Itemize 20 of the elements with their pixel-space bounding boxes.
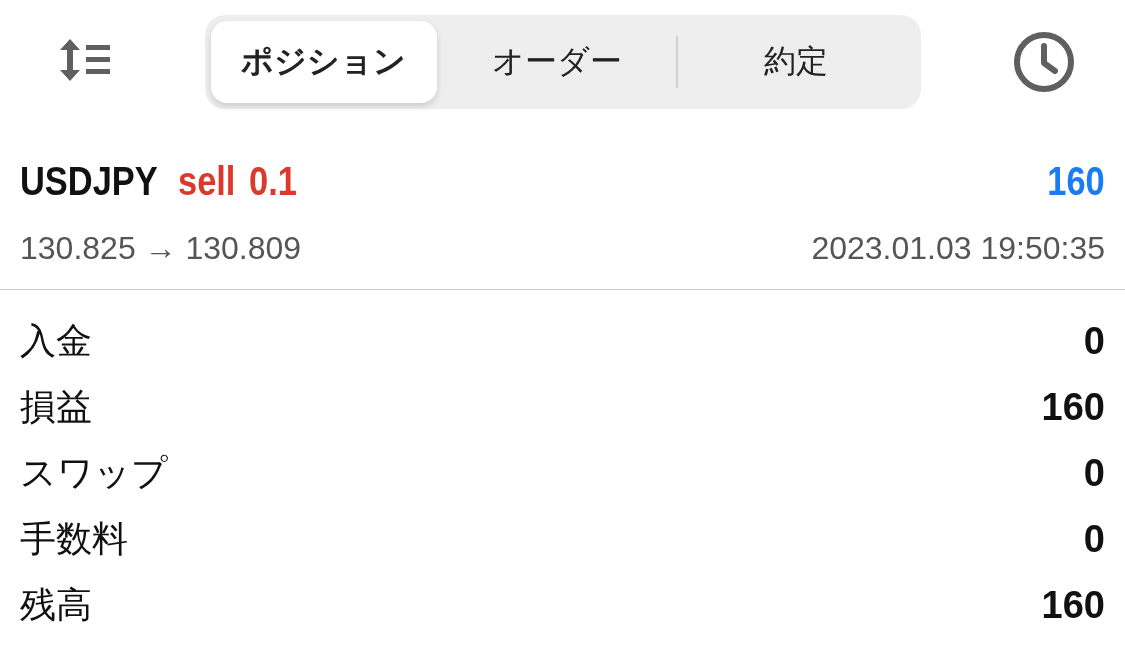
profit-text: 160 — [1047, 158, 1105, 204]
tab[interactable]: オーダー — [438, 21, 676, 103]
row-value: 160 — [1041, 583, 1105, 627]
price-text: 130.825 → 130.809 — [20, 230, 302, 267]
tab[interactable]: ポジション — [210, 21, 437, 103]
row-value: 0 — [1083, 451, 1105, 495]
row-value: 0 — [1083, 319, 1105, 363]
row-value: 0 — [1083, 517, 1105, 561]
tab[interactable]: 約定 — [677, 21, 915, 103]
time-text: 2023.01.03 19:50:35 — [811, 230, 1105, 267]
side-text: sell — [178, 158, 236, 204]
volume-text: 0.1 — [248, 158, 297, 204]
row-label: 手数料 — [20, 516, 128, 561]
row-label: スワップ — [20, 450, 168, 495]
row-label: 損益 — [20, 384, 92, 429]
clock-icon[interactable] — [1013, 31, 1075, 93]
row-label: 入金 — [20, 318, 92, 363]
symbol-text: USDJPY — [20, 158, 158, 204]
row-value: 160 — [1041, 385, 1105, 429]
row-label: 残高 — [20, 582, 92, 627]
